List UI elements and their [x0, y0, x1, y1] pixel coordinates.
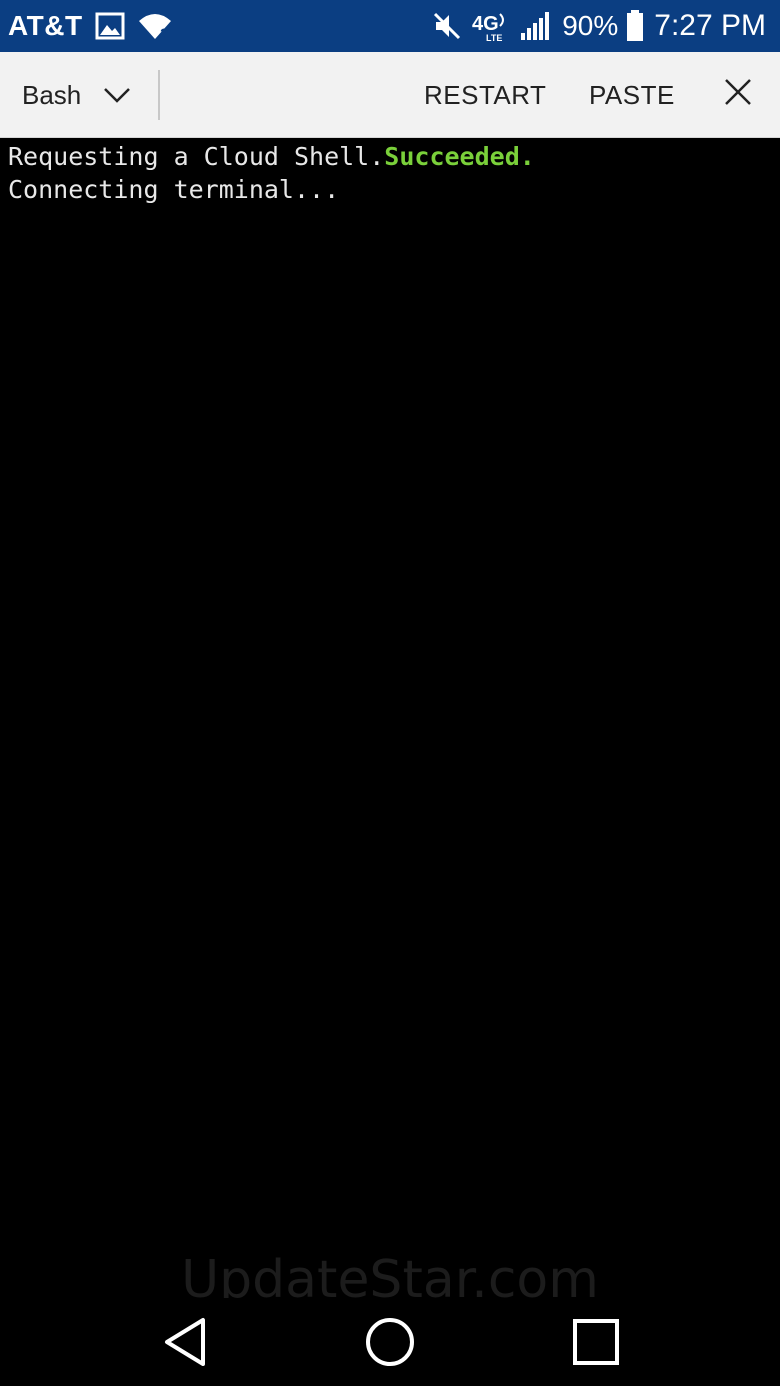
- back-icon: [165, 1318, 205, 1366]
- signal-icon: [520, 11, 552, 41]
- svg-text:?: ?: [160, 25, 169, 41]
- svg-text:LTE: LTE: [486, 33, 502, 42]
- recent-apps-button[interactable]: [566, 1312, 626, 1372]
- restart-button[interactable]: RESTART: [424, 52, 546, 138]
- close-icon: [724, 78, 752, 113]
- shell-toolbar: Bash RESTART PASTE: [0, 52, 780, 138]
- gallery-icon: [95, 12, 125, 40]
- status-bar-right: 4G LTE 90% 7:27 PM: [432, 9, 766, 43]
- back-button[interactable]: [155, 1312, 215, 1372]
- wifi-icon: ?: [137, 11, 173, 41]
- navigation-bar: [0, 1298, 780, 1386]
- terminal-request-text: Requesting a Cloud Shell.: [8, 142, 385, 171]
- toolbar-divider: [158, 70, 160, 120]
- shell-type-label: Bash: [22, 79, 82, 110]
- close-button[interactable]: [720, 52, 756, 138]
- mute-icon: [432, 11, 462, 41]
- shell-type-dropdown[interactable]: Bash: [22, 52, 131, 138]
- battery-icon: [626, 10, 644, 42]
- status-bar-left: AT&T ?: [8, 10, 173, 42]
- lte-icon: 4G LTE: [472, 10, 510, 42]
- terminal-line: Connecting terminal...: [8, 175, 340, 204]
- home-icon: [366, 1318, 414, 1366]
- recent-apps-icon: [573, 1319, 619, 1365]
- svg-text:4G: 4G: [472, 13, 499, 35]
- clock: 7:27 PM: [654, 9, 766, 42]
- battery-percent: 90%: [562, 10, 619, 41]
- terminal-success-text: Succeeded.: [384, 142, 535, 171]
- chevron-down-icon: [103, 86, 131, 104]
- terminal-line: Requesting a Cloud Shell.Succeeded.: [8, 140, 780, 173]
- terminal-output[interactable]: Requesting a Cloud Shell.Succeeded. Conne…: [0, 138, 780, 1298]
- status-bar: AT&T ? 4G LTE 90% 7:27 PM: [0, 0, 780, 52]
- paste-button[interactable]: PASTE: [589, 52, 675, 138]
- home-button[interactable]: [360, 1312, 420, 1372]
- carrier-name: AT&T: [8, 10, 83, 41]
